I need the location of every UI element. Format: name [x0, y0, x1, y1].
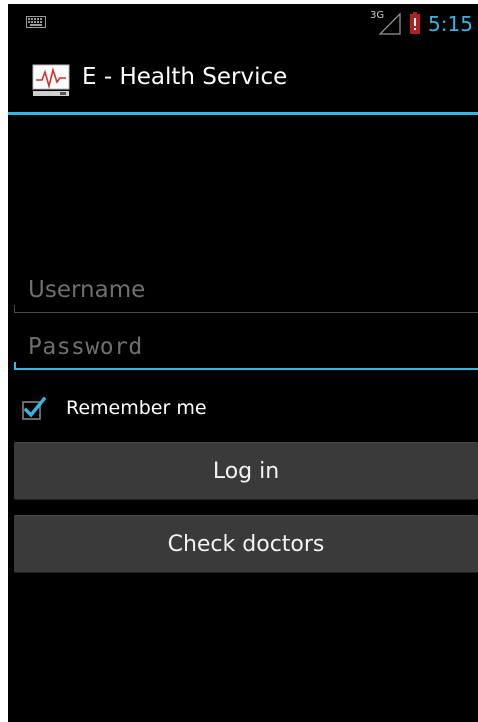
phone-screen: 3G 5:15 E - Health Service Username Pass…	[8, 4, 478, 722]
username-underline	[14, 312, 478, 313]
battery-alert-icon	[410, 12, 420, 34]
status-bar: 3G 5:15	[8, 4, 478, 42]
username-field[interactable]: Username	[14, 269, 478, 313]
status-clock: 5:15	[428, 12, 473, 36]
remember-me-label: Remember me	[66, 397, 207, 419]
action-bar-divider	[8, 112, 478, 115]
username-placeholder: Username	[28, 277, 146, 303]
signal-icon: 3G	[370, 10, 402, 36]
check-doctors-button[interactable]: Check doctors	[14, 515, 478, 573]
password-placeholder: Password	[28, 334, 143, 360]
remember-me-checkbox[interactable]	[22, 396, 46, 420]
password-field[interactable]: Password	[14, 326, 478, 370]
app-title: E - Health Service	[82, 64, 288, 90]
heart-monitor-icon	[32, 64, 70, 96]
login-button[interactable]: Log in	[14, 442, 478, 500]
action-bar: E - Health Service	[8, 42, 478, 112]
keyboard-icon	[26, 16, 46, 28]
remember-me-row[interactable]: Remember me	[22, 392, 322, 426]
password-underline	[14, 368, 478, 370]
